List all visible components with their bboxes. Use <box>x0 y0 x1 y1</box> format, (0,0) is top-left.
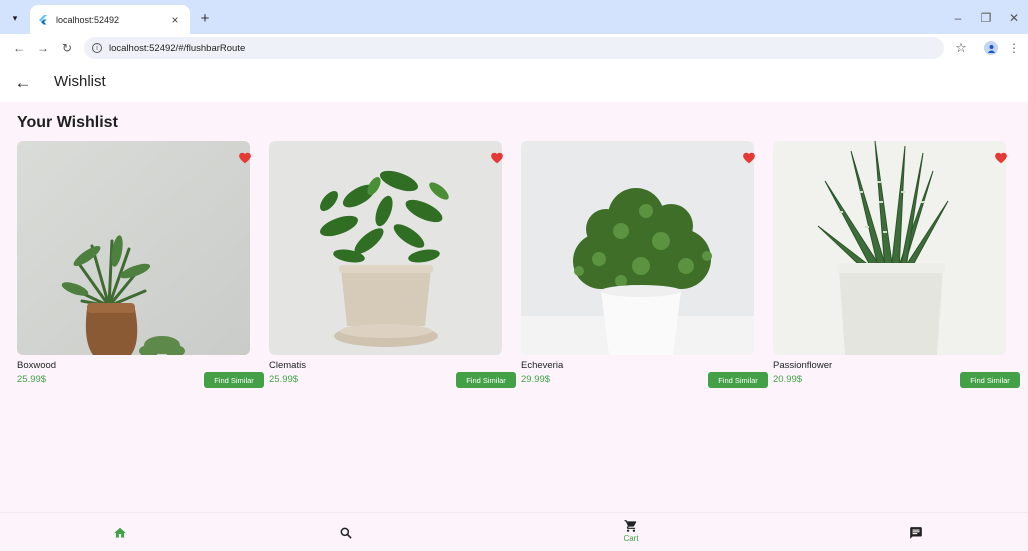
minimize-icon[interactable]: – <box>948 8 968 28</box>
profile-avatar-icon[interactable] <box>984 41 998 55</box>
product-name: Boxwood <box>17 360 57 371</box>
tab-close-icon[interactable]: × <box>168 13 182 27</box>
browser-toolbar: ← → ↻ i localhost:52492/#/flushbarRoute … <box>0 34 1028 62</box>
favorite-heart-icon[interactable] <box>994 151 1008 165</box>
product-card[interactable]: Clematis 25.99$ Find Similar <box>269 141 521 391</box>
new-tab-button[interactable]: + <box>196 9 214 27</box>
bookmark-star-icon[interactable]: ☆ <box>952 39 970 57</box>
nav-cart[interactable]: Cart <box>611 519 651 549</box>
nav-home[interactable] <box>100 519 140 549</box>
section-title: Your Wishlist <box>17 114 118 131</box>
product-image <box>17 141 250 355</box>
site-info-icon[interactable]: i <box>92 43 102 53</box>
nav-label-cart: Cart <box>623 534 639 543</box>
product-card[interactable]: Passionflower 20.99$ Find Similar <box>773 141 1025 391</box>
product-name: Echeveria <box>521 360 564 371</box>
cart-icon <box>624 520 637 532</box>
page-title: Wishlist <box>54 73 106 90</box>
find-similar-button[interactable]: Find Similar <box>960 372 1020 388</box>
reload-icon[interactable]: ↻ <box>58 39 76 57</box>
product-price: 29.99$ <box>521 374 551 385</box>
product-price: 25.99$ <box>17 374 47 385</box>
nav-chat[interactable] <box>896 519 936 549</box>
browser-tab[interactable]: localhost:52492 × <box>30 5 190 34</box>
tab-title: localhost:52492 <box>56 14 120 25</box>
chat-icon <box>910 527 922 539</box>
forward-nav-icon[interactable]: → <box>34 39 52 57</box>
product-price: 20.99$ <box>773 374 803 385</box>
nav-search[interactable] <box>326 519 366 549</box>
browser-menu-icon[interactable]: ⋮ <box>1008 39 1020 57</box>
back-nav-icon[interactable]: ← <box>10 39 28 57</box>
favorite-heart-icon[interactable] <box>490 151 504 165</box>
product-image <box>521 141 754 355</box>
product-name: Clematis <box>269 360 306 371</box>
back-button[interactable]: ← <box>12 72 34 94</box>
product-card[interactable]: Boxwood 25.99$ Find Similar <box>17 141 269 391</box>
close-window-icon[interactable]: ✕ <box>1004 8 1024 28</box>
favorite-heart-icon[interactable] <box>238 151 252 165</box>
product-name: Passionflower <box>773 360 833 371</box>
tab-search-dropdown-icon[interactable]: ▾ <box>6 9 24 27</box>
bottom-navigation: Cart <box>0 512 1028 551</box>
product-price: 25.99$ <box>269 374 299 385</box>
browser-tab-strip: ▾ localhost:52492 × + – ❐ ✕ <box>0 0 1028 34</box>
product-image <box>269 141 502 355</box>
favorite-heart-icon[interactable] <box>742 151 756 165</box>
app-bar: ← Wishlist <box>0 62 1028 102</box>
find-similar-button[interactable]: Find Similar <box>456 372 516 388</box>
restore-icon[interactable]: ❐ <box>976 8 996 28</box>
product-card[interactable]: Echeveria 29.99$ Find Similar <box>521 141 773 391</box>
search-icon <box>340 527 352 539</box>
home-icon <box>114 527 126 538</box>
address-bar[interactable]: i localhost:52492/#/flushbarRoute <box>84 37 944 59</box>
flutter-favicon-icon <box>38 14 48 25</box>
url-text: localhost:52492/#/flushbarRoute <box>109 42 246 54</box>
find-similar-button[interactable]: Find Similar <box>204 372 264 388</box>
product-image <box>773 141 1006 355</box>
wishlist-content: Your Wishlist Boxwood 25.99$ Find Simila… <box>0 102 1028 512</box>
find-similar-button[interactable]: Find Similar <box>708 372 768 388</box>
